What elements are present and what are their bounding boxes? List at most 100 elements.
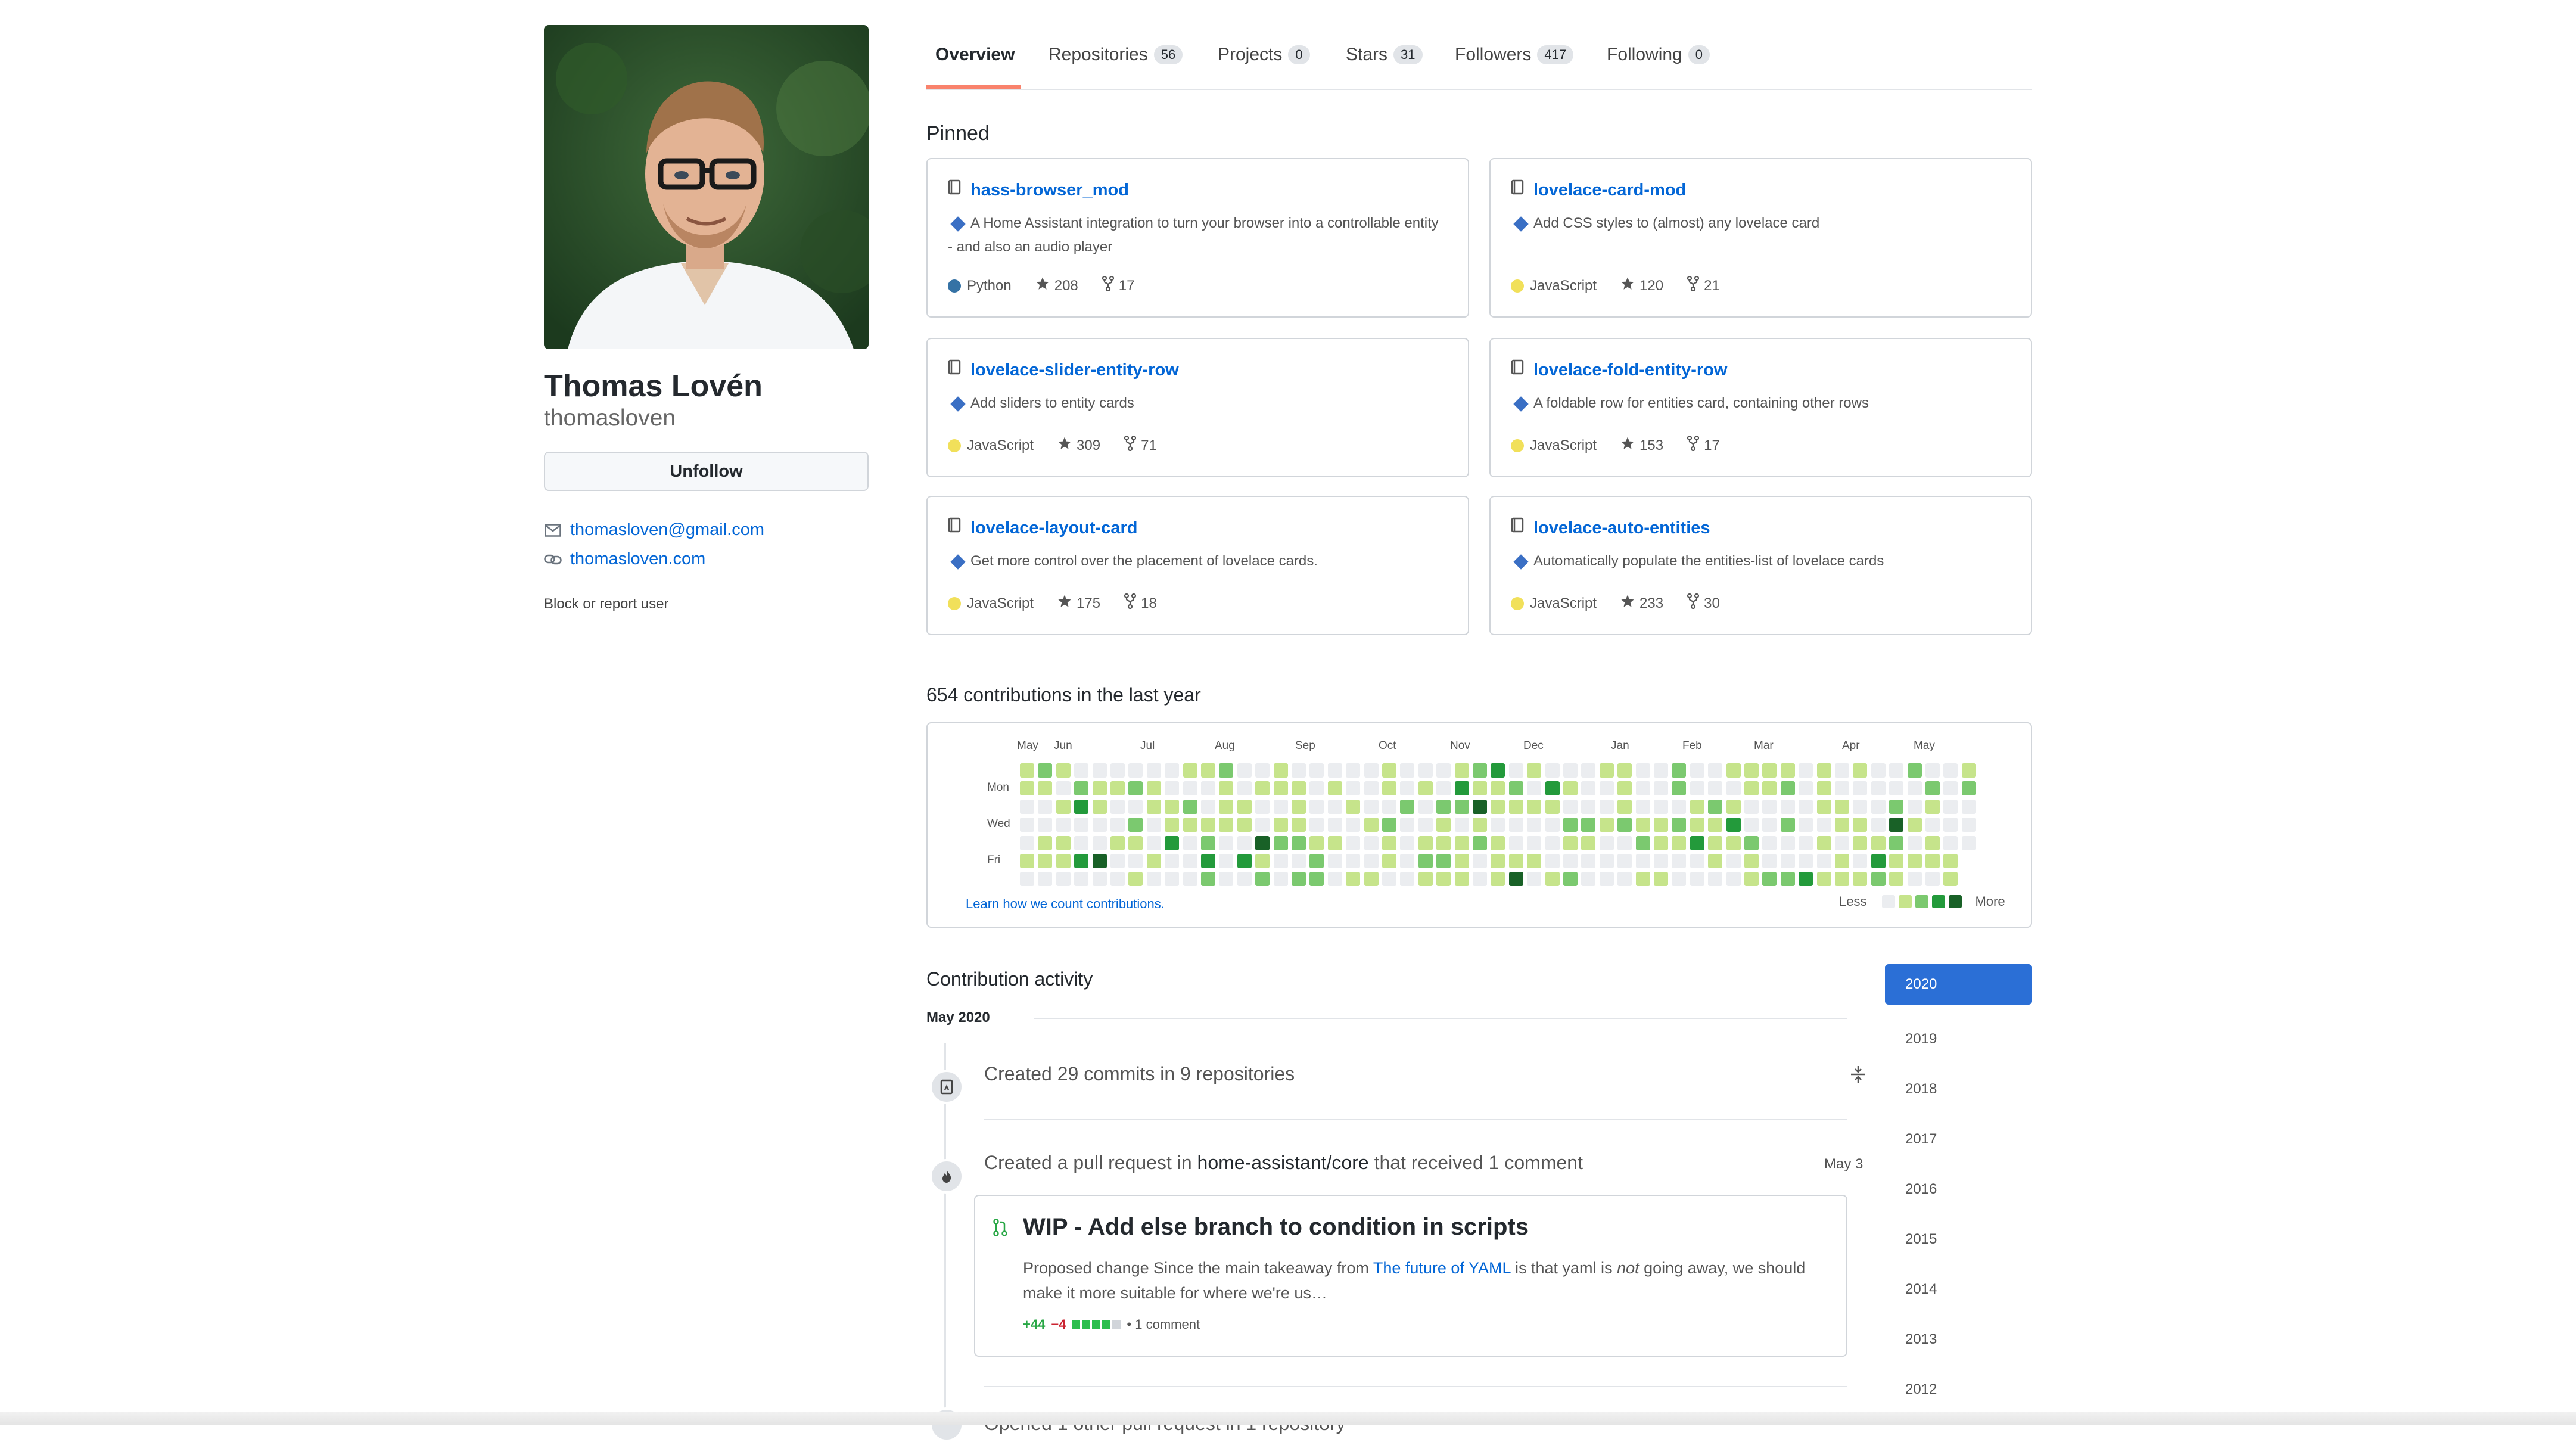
contribution-day[interactable] xyxy=(1237,872,1252,887)
contribution-day[interactable] xyxy=(1762,835,1777,850)
contribution-day[interactable] xyxy=(1237,818,1252,832)
contribution-day[interactable] xyxy=(1327,781,1342,796)
repo-forks[interactable]: 17 xyxy=(1102,275,1134,296)
contribution-day[interactable] xyxy=(1799,854,1813,868)
contribution-day[interactable] xyxy=(1835,835,1849,850)
contribution-day[interactable] xyxy=(1273,872,1288,887)
contribution-day[interactable] xyxy=(1690,835,1704,850)
contribution-day[interactable] xyxy=(1292,799,1306,814)
repo-stars[interactable]: 153 xyxy=(1620,436,1663,455)
contribution-day[interactable] xyxy=(1092,854,1107,868)
contribution-day[interactable] xyxy=(1110,872,1125,887)
contribution-day[interactable] xyxy=(1382,763,1396,778)
contribution-day[interactable] xyxy=(1491,854,1505,868)
contribution-day[interactable] xyxy=(1110,781,1125,796)
contribution-day[interactable] xyxy=(1527,854,1542,868)
contribution-day[interactable] xyxy=(1436,763,1451,778)
contribution-day[interactable] xyxy=(1273,818,1288,832)
contribution-day[interactable] xyxy=(1346,854,1361,868)
contribution-day[interactable] xyxy=(1255,799,1270,814)
contribution-day[interactable] xyxy=(1436,872,1451,887)
contribution-day[interactable] xyxy=(1581,872,1596,887)
contribution-day[interactable] xyxy=(1889,763,1904,778)
contribution-day[interactable] xyxy=(1491,835,1505,850)
contribution-day[interactable] xyxy=(1726,818,1741,832)
repo-link[interactable]: lovelace-slider-entity-row xyxy=(948,359,1179,381)
contribution-day[interactable] xyxy=(1020,763,1034,778)
contribution-day[interactable] xyxy=(1527,818,1542,832)
contribution-day[interactable] xyxy=(1545,799,1560,814)
contribution-day[interactable] xyxy=(1237,781,1252,796)
contribution-day[interactable] xyxy=(1364,835,1379,850)
contribution-day[interactable] xyxy=(1146,781,1161,796)
contribution-day[interactable] xyxy=(1309,854,1324,868)
contribution-day[interactable] xyxy=(1473,799,1487,814)
contribution-day[interactable] xyxy=(1708,763,1723,778)
contribution-day[interactable] xyxy=(1871,872,1886,887)
contribution-day[interactable] xyxy=(1219,835,1234,850)
contribution-day[interactable] xyxy=(1545,818,1560,832)
contribution-day[interactable] xyxy=(1092,799,1107,814)
contribution-day[interactable] xyxy=(1780,835,1795,850)
repo-forks[interactable]: 17 xyxy=(1687,435,1720,455)
contribution-day[interactable] xyxy=(1635,872,1650,887)
contribution-day[interactable] xyxy=(1835,781,1849,796)
contribution-day[interactable] xyxy=(1744,872,1759,887)
contribution-day[interactable] xyxy=(1961,763,1976,778)
contribution-day[interactable] xyxy=(1418,763,1433,778)
year-link-2016[interactable]: 2016 xyxy=(1885,1164,2032,1214)
contribution-day[interactable] xyxy=(1237,763,1252,778)
contribution-day[interactable] xyxy=(1726,872,1741,887)
contribution-day[interactable] xyxy=(1744,781,1759,796)
contribution-day[interactable] xyxy=(1183,818,1197,832)
contribution-day[interactable] xyxy=(1799,872,1813,887)
contribution-day[interactable] xyxy=(1527,799,1542,814)
contribution-day[interactable] xyxy=(1581,835,1596,850)
contribution-day[interactable] xyxy=(1816,854,1831,868)
contribution-day[interactable] xyxy=(1219,854,1234,868)
contribution-day[interactable] xyxy=(1617,781,1632,796)
contribution-day[interactable] xyxy=(1309,781,1324,796)
contribution-day[interactable] xyxy=(1889,872,1904,887)
contribution-day[interactable] xyxy=(1074,835,1089,850)
contribution-day[interactable] xyxy=(1219,799,1234,814)
contribution-day[interactable] xyxy=(1255,854,1270,868)
pr-body-link[interactable]: The future of YAML xyxy=(1373,1259,1511,1277)
contribution-day[interactable] xyxy=(1092,781,1107,796)
repo-forks[interactable]: 21 xyxy=(1687,275,1720,296)
contribution-day[interactable] xyxy=(1889,835,1904,850)
contribution-day[interactable] xyxy=(1092,835,1107,850)
contribution-day[interactable] xyxy=(1473,854,1487,868)
contribution-day[interactable] xyxy=(1346,818,1361,832)
contribution-day[interactable] xyxy=(1889,854,1904,868)
contribution-day[interactable] xyxy=(1672,835,1687,850)
contribution-day[interactable] xyxy=(1292,872,1306,887)
contribution-day[interactable] xyxy=(1508,835,1523,850)
contribution-day[interactable] xyxy=(1292,854,1306,868)
contribution-day[interactable] xyxy=(1092,763,1107,778)
contribution-day[interactable] xyxy=(1708,854,1723,868)
contribution-day[interactable] xyxy=(1165,799,1180,814)
contribution-day[interactable] xyxy=(1943,835,1958,850)
contribution-day[interactable] xyxy=(1292,763,1306,778)
contribution-day[interactable] xyxy=(1654,781,1668,796)
contribution-day[interactable] xyxy=(1762,872,1777,887)
year-link-2018[interactable]: 2018 xyxy=(1885,1064,2032,1114)
contribution-day[interactable] xyxy=(1889,781,1904,796)
contribution-day[interactable] xyxy=(1128,872,1143,887)
contribution-day[interactable] xyxy=(1382,818,1396,832)
contribution-day[interactable] xyxy=(1635,799,1650,814)
contribution-day[interactable] xyxy=(1382,781,1396,796)
contribution-day[interactable] xyxy=(1292,835,1306,850)
contribution-day[interactable] xyxy=(1744,763,1759,778)
contribution-day[interactable] xyxy=(1400,818,1415,832)
contribution-day[interactable] xyxy=(1364,818,1379,832)
contribution-day[interactable] xyxy=(1092,818,1107,832)
contribution-day[interactable] xyxy=(1907,781,1922,796)
contribution-day[interactable] xyxy=(1146,763,1161,778)
contribution-day[interactable] xyxy=(1943,763,1958,778)
contribution-day[interactable] xyxy=(1563,835,1578,850)
contribution-day[interactable] xyxy=(1780,799,1795,814)
contribution-day[interactable] xyxy=(1816,835,1831,850)
contribution-day[interactable] xyxy=(1237,835,1252,850)
